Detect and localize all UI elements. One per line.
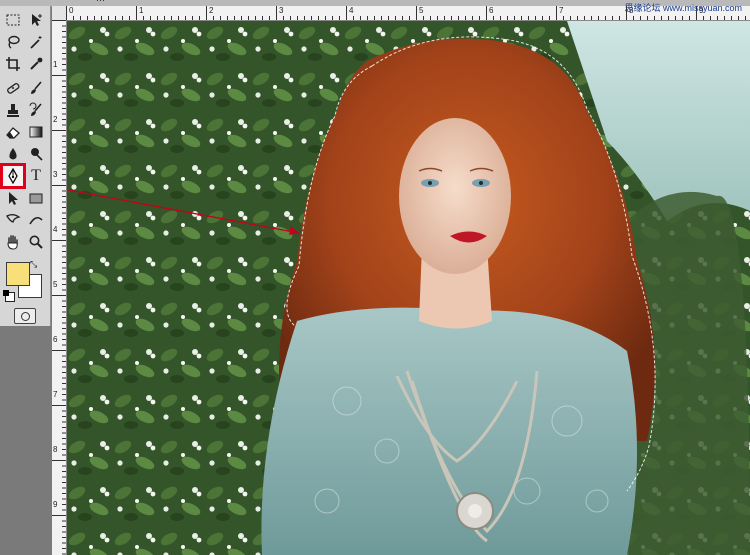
- ruler-label: 1: [139, 6, 144, 15]
- bandage-icon: [7, 83, 20, 94]
- notes-tool[interactable]: [3, 210, 23, 230]
- quick-mask-button[interactable]: [14, 308, 36, 324]
- type-icon: T: [31, 167, 41, 184]
- path-selection-tool[interactable]: [3, 188, 23, 208]
- gradient-tool[interactable]: [26, 122, 46, 142]
- ruler-label: 6: [53, 335, 58, 344]
- ruler-label: 2: [53, 115, 58, 124]
- measure-icon: [29, 216, 43, 225]
- eyedropper-tool[interactable]: [26, 54, 46, 74]
- swap-colors-icon[interactable]: ⤡: [30, 260, 37, 270]
- pen-tool[interactable]: [0, 163, 26, 189]
- ruler-label: 3: [279, 6, 284, 15]
- watermark-text: 思缘论坛 www.missyuan.com: [624, 3, 742, 13]
- ruler-label: 7: [559, 6, 564, 15]
- magic-wand-tool[interactable]: [26, 32, 46, 52]
- droplet-icon: [9, 148, 17, 160]
- notes-icon: [6, 214, 21, 223]
- stamp-icon: [7, 104, 19, 117]
- ruler-label: 4: [53, 225, 58, 234]
- eraser-icon: [6, 127, 20, 139]
- foreground-color-swatch[interactable]: [6, 262, 30, 286]
- hand-icon: [7, 235, 18, 250]
- crop-tool[interactable]: [3, 54, 23, 74]
- brush-icon: [31, 81, 42, 94]
- zoom-icon: [29, 235, 43, 249]
- ruler-label: 8: [53, 445, 58, 454]
- vertical-ruler[interactable]: 1 2 3 4 5 6 7 8 9: [52, 20, 67, 555]
- history-brush-tool[interactable]: [26, 100, 46, 120]
- eraser-tool[interactable]: [3, 122, 23, 142]
- blur-tool[interactable]: [3, 144, 23, 164]
- ruler-label: 0: [69, 6, 74, 15]
- marquee-icon: [6, 14, 20, 26]
- toolbox-panel: T ⤡: [0, 6, 51, 326]
- ruler-label: 7: [53, 390, 58, 399]
- lasso-tool[interactable]: [3, 32, 23, 52]
- ruler-label: 5: [419, 6, 424, 15]
- pen-icon: [8, 168, 18, 184]
- clone-stamp-tool[interactable]: [3, 100, 23, 120]
- lasso-icon: [8, 35, 20, 49]
- history-brush-icon: [29, 102, 42, 116]
- document-title: …: [96, 0, 105, 4]
- measure-tool[interactable]: [26, 210, 46, 230]
- default-colors-icon[interactable]: [3, 290, 15, 302]
- ruler-label: 3: [53, 170, 58, 179]
- healing-brush-tool[interactable]: [3, 78, 23, 98]
- crop-icon: [6, 57, 20, 71]
- path-arrow-icon: [9, 192, 18, 205]
- dodge-icon: [31, 148, 43, 161]
- document-canvas[interactable]: [67, 21, 750, 555]
- brush-tool[interactable]: [26, 78, 46, 98]
- photo-image: [67, 21, 750, 555]
- eyedropper-icon: [30, 57, 43, 70]
- ruler-label: 4: [349, 6, 354, 15]
- shape-tool[interactable]: [26, 188, 46, 208]
- ruler-label: 1: [53, 60, 58, 69]
- ruler-origin[interactable]: [52, 6, 67, 21]
- dodge-tool[interactable]: [26, 144, 46, 164]
- zoom-tool[interactable]: [26, 232, 46, 252]
- type-tool[interactable]: T: [26, 166, 46, 186]
- move-icon: [32, 14, 42, 26]
- marquee-tool[interactable]: [3, 10, 23, 30]
- ruler-label: 6: [489, 6, 494, 15]
- move-tool[interactable]: [26, 10, 46, 30]
- magic-wand-icon: [30, 36, 42, 49]
- ruler-label: 5: [53, 280, 58, 289]
- rectangle-shape-icon: [29, 193, 43, 204]
- ruler-label: 2: [209, 6, 214, 15]
- hand-tool[interactable]: [3, 232, 23, 252]
- ruler-label: 9: [53, 500, 58, 509]
- gradient-icon: [29, 126, 43, 138]
